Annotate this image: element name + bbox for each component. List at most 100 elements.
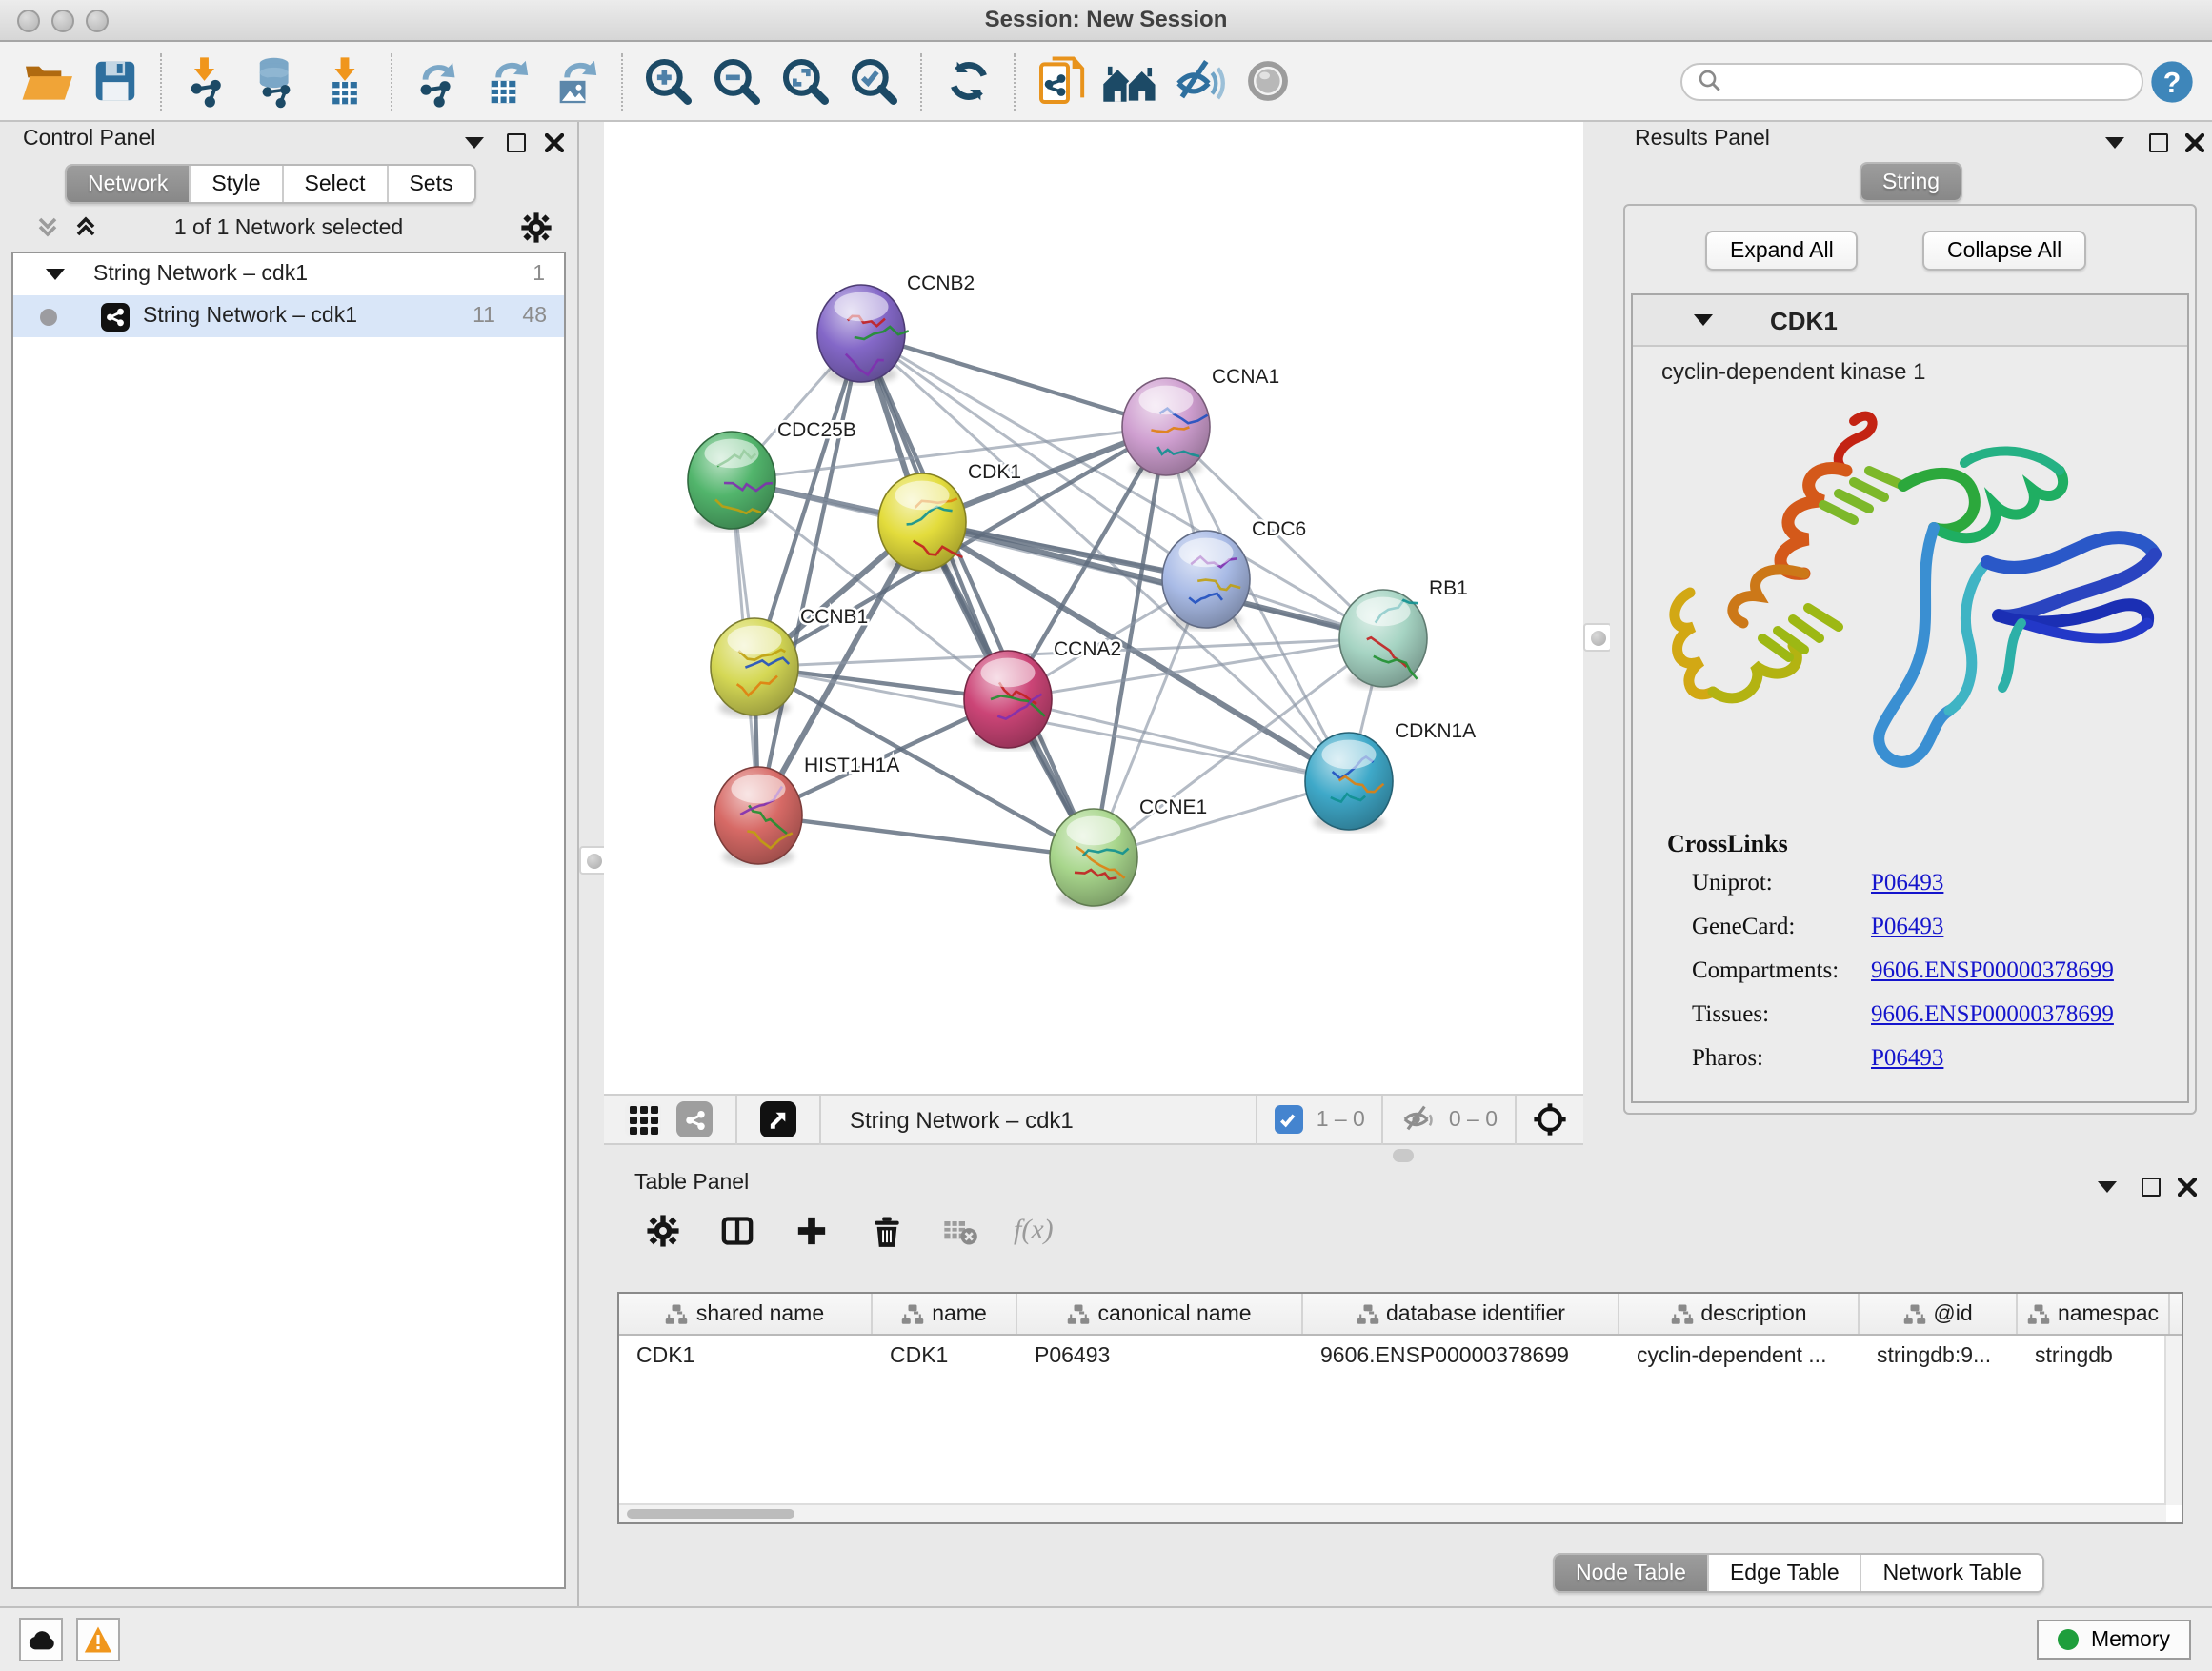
open-session-button[interactable] [11, 47, 80, 115]
network-row[interactable]: String Network – cdk1 11 48 [13, 295, 564, 337]
refresh-button[interactable] [934, 47, 1002, 115]
table-panel-close-icon[interactable] [2174, 1174, 2201, 1200]
table-panel-collapse-icon[interactable] [2094, 1174, 2121, 1200]
tab-edge-table[interactable]: Edge Table [1707, 1555, 1860, 1591]
tab-network[interactable]: Network [67, 166, 189, 202]
delete-table-icon[interactable] [939, 1210, 981, 1252]
crosshair-icon [1532, 1099, 1568, 1139]
string-share-icon [683, 1108, 706, 1131]
table-cell[interactable]: CDK1 [619, 1336, 873, 1376]
create-column-icon[interactable] [791, 1210, 833, 1252]
selected-checkbox-icon[interactable] [1275, 1105, 1303, 1134]
function-builder-icon[interactable]: f(x) [1014, 1215, 1054, 1247]
zoom-window-icon[interactable] [86, 9, 109, 31]
node-label-RB1: RB1 [1429, 577, 1468, 599]
zoom-fit-button[interactable] [772, 47, 840, 115]
crosslink-tissues-link[interactable]: 9606.ENSP00000378699 [1871, 1000, 2114, 1029]
inactive-orb-button[interactable] [1233, 47, 1301, 115]
column-header-sharedname[interactable]: shared name [619, 1294, 873, 1334]
search-input[interactable] [1732, 68, 2126, 94]
table-settings-gear-icon[interactable] [642, 1210, 684, 1252]
gene-expander-icon[interactable] [1694, 314, 1713, 326]
view-grid-button[interactable] [625, 1101, 661, 1137]
tab-network-table[interactable]: Network Table [1860, 1555, 2042, 1591]
tab-node-table[interactable]: Node Table [1555, 1555, 1707, 1591]
expand-all-button[interactable]: Expand All [1705, 231, 1859, 271]
import-table-file-button[interactable] [311, 47, 379, 115]
zoom-in-button[interactable] [634, 47, 703, 115]
column-header-name[interactable]: name [873, 1294, 1017, 1334]
horizontal-splitter-grip[interactable] [1393, 1149, 1414, 1162]
delete-column-trash-icon[interactable] [865, 1210, 907, 1252]
eye-flash-icon [1171, 53, 1226, 109]
hidden-eye-icon [1401, 1101, 1438, 1137]
results-panel-float-icon[interactable] [2145, 130, 2172, 156]
save-session-button[interactable] [80, 47, 149, 115]
control-panel-float-icon[interactable] [503, 130, 530, 156]
crosslink-genecard-link[interactable]: P06493 [1871, 913, 1943, 941]
warnings-button[interactable] [76, 1618, 120, 1661]
results-panel-close-icon[interactable] [2182, 130, 2208, 156]
cloud-status-button[interactable] [19, 1618, 63, 1661]
node-CDKN1A[interactable]: CDKN1A [1305, 720, 1476, 832]
export-image-button[interactable] [541, 47, 610, 115]
node-RB1[interactable]: RB1 [1339, 577, 1468, 689]
collection-expander-icon[interactable] [46, 269, 65, 280]
control-panel-collapse-icon[interactable] [461, 130, 488, 156]
table-cell[interactable]: 9606.ENSP00000378699 [1303, 1336, 1619, 1376]
table-panel-float-icon[interactable] [2138, 1174, 2164, 1200]
crosslink-label: Compartments: [1692, 956, 1839, 983]
control-panel-close-icon[interactable] [541, 130, 568, 156]
table-horizontal-scrollbar[interactable] [619, 1503, 2166, 1522]
table-cell[interactable]: P06493 [1017, 1336, 1303, 1376]
import-network-database-button[interactable] [242, 47, 311, 115]
birds-eye-view-button[interactable] [760, 1101, 796, 1137]
crosslink-compartments-link[interactable]: 9606.ENSP00000378699 [1871, 956, 2114, 985]
minimize-window-icon[interactable] [51, 9, 74, 31]
table-cell[interactable]: CDK1 [873, 1336, 1017, 1376]
column-header-id[interactable]: @id [1860, 1294, 2018, 1334]
crosslink-pharos-link[interactable]: P06493 [1871, 1044, 1943, 1073]
results-panel-collapse-icon[interactable] [2101, 130, 2128, 156]
node-label-CCNB1: CCNB1 [800, 606, 868, 628]
right-splitter-grip[interactable] [1583, 623, 1612, 652]
export-table-button[interactable] [473, 47, 541, 115]
tab-string[interactable]: String [1861, 164, 1961, 200]
memory-button[interactable]: Memory [2038, 1620, 2191, 1660]
node-HIST1H1A[interactable]: HIST1H1A [714, 755, 899, 866]
network-options-gear-icon[interactable] [518, 210, 553, 244]
tab-style[interactable]: Style [189, 166, 281, 202]
table-row[interactable]: CDK1CDK1P064939606.ENSP00000378699cyclin… [619, 1336, 2182, 1376]
network-canvas[interactable]: CCNB2CCNA1CDC25BCDK1CDC6RB1CCNB1CCNA2CDK… [604, 122, 1583, 1094]
string-import-button[interactable] [1027, 47, 1096, 115]
column-header-databaseidentifier[interactable]: database identifier [1303, 1294, 1619, 1334]
show-columns-icon[interactable] [716, 1210, 758, 1252]
view-string-button[interactable] [676, 1101, 713, 1137]
tab-select[interactable]: Select [282, 166, 387, 202]
zoom-selected-button[interactable] [840, 47, 909, 115]
help-button[interactable]: ? [2143, 47, 2201, 115]
column-header-description[interactable]: description [1619, 1294, 1860, 1334]
horizontal-splitter[interactable] [604, 1145, 1583, 1164]
table-cell[interactable]: stringdb [2018, 1336, 2170, 1376]
table-horizontal-scrollbar-thumb[interactable] [627, 1509, 794, 1519]
column-header-namespac[interactable]: namespac [2018, 1294, 2170, 1334]
node-CDK1[interactable]: CDK1 [878, 461, 1021, 573]
table-cell[interactable]: stringdb:9... [1860, 1336, 2018, 1376]
column-header-canonicalname[interactable]: canonical name [1017, 1294, 1303, 1334]
crosslink-uniprot-link[interactable]: P06493 [1871, 869, 1943, 897]
gene-header[interactable]: CDK1 [1633, 295, 2187, 347]
network-collection-row[interactable]: String Network – cdk1 1 [13, 253, 564, 295]
close-window-icon[interactable] [17, 9, 40, 31]
zoom-out-button[interactable] [703, 47, 772, 115]
show-flash-button[interactable] [1164, 47, 1233, 115]
table-cell[interactable]: cyclin-dependent ... [1619, 1336, 1860, 1376]
table-vertical-scrollbar[interactable] [2164, 1336, 2182, 1505]
crosslink-row: Tissues:9606.ENSP00000378699 [1692, 1000, 1769, 1029]
home-button[interactable] [1096, 47, 1164, 115]
export-network-button[interactable] [404, 47, 473, 115]
collapse-all-button[interactable]: Collapse All [1922, 231, 2086, 271]
fit-selected-button[interactable] [1532, 1101, 1568, 1137]
import-network-file-button[interactable] [173, 47, 242, 115]
tab-sets[interactable]: Sets [386, 166, 473, 202]
